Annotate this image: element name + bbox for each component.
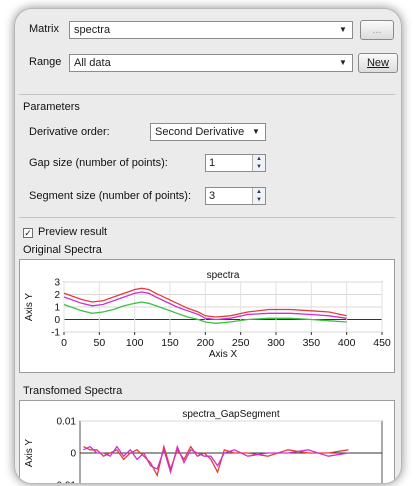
spinner-buttons[interactable]: ▲ ▼ (252, 155, 265, 171)
transformed-spectra-chart: spectra_GapSegment 0.01 0 -0.01 Axis Y (24, 409, 383, 485)
checkmark-icon: ✓ (24, 228, 32, 238)
spin-down-icon[interactable]: ▼ (253, 196, 265, 204)
range-select-value: All data (74, 57, 111, 69)
derivative-order-label: Derivative order: (29, 126, 110, 138)
y-tick-label: 0 (70, 449, 76, 460)
dialog-window: Matrix spectra ▼ ... Range All data ▼ Ne… (14, 8, 402, 484)
x-tick-label: 250 (232, 337, 250, 349)
x-tick-label: 50 (93, 337, 105, 349)
range-select[interactable]: All data ▼ (69, 54, 353, 72)
x-tick-label: 400 (338, 337, 356, 349)
chevron-down-icon: ▼ (339, 58, 347, 67)
transformed-spectra-panel: spectra_GapSegment 0.01 0 -0.01 Axis Y (19, 400, 395, 485)
segment-size-value: 3 (209, 190, 216, 202)
y-axis-label: Axis Y (24, 439, 35, 467)
y-tick-label: -0.01 (53, 481, 76, 485)
y-tick-label: 3 (54, 278, 60, 289)
spin-down-icon[interactable]: ▼ (253, 163, 265, 171)
spin-up-icon[interactable]: ▲ (253, 188, 265, 196)
x-tick-label: 300 (267, 337, 285, 349)
x-tick-label: 150 (161, 337, 179, 349)
segment-size-spinner[interactable]: 3 ▲ ▼ (205, 187, 266, 205)
range-new-button[interactable]: New (358, 53, 398, 73)
matrix-browse-button[interactable]: ... (360, 20, 394, 40)
x-tick-label: 200 (197, 337, 215, 349)
chevron-down-icon: ▼ (339, 25, 347, 34)
chevron-down-icon: ▼ (252, 127, 260, 136)
y-tick-label: -1 (51, 328, 60, 339)
gap-size-value: 1 (209, 157, 216, 169)
y-tick-label: 0.01 (57, 417, 77, 428)
derivative-order-value: Second Derivative (155, 126, 245, 138)
range-label: Range (29, 56, 62, 68)
divider (19, 94, 395, 95)
segment-size-label: Segment size (number of points): (29, 190, 192, 202)
x-tick-label: 450 (373, 337, 391, 349)
spin-up-icon[interactable]: ▲ (253, 155, 265, 163)
chart-title: spectra_GapSegment (182, 409, 280, 420)
matrix-select[interactable]: spectra ▼ (69, 21, 353, 39)
original-spectra-panel: spectra -1 0 1 2 3 0 50 100 150 200 250 300 350 400 450… (19, 259, 395, 373)
x-axis-label: Axis X (209, 349, 238, 360)
gap-size-label: Gap size (number of points): (29, 157, 168, 169)
y-tick-label: 1 (54, 303, 60, 314)
x-tick-label: 350 (303, 337, 321, 349)
x-tick-label: 100 (126, 337, 144, 349)
preview-label: Preview result (38, 226, 108, 238)
y-axis-label: Axis Y (24, 293, 35, 321)
divider (19, 217, 395, 218)
preview-checkbox[interactable]: ✓ (23, 228, 33, 238)
original-spectra-title: Original Spectra (23, 244, 102, 256)
parameters-title: Parameters (23, 101, 80, 113)
chart-title: spectra (207, 270, 240, 281)
y-tick-label: 0 (54, 315, 60, 326)
y-tick-label: 2 (54, 290, 60, 301)
matrix-select-value: spectra (74, 24, 111, 36)
original-spectra-chart: spectra-101230 50 100 150 200 250 300 350 400 450… (24, 270, 391, 360)
x-tick-label: 0 (61, 337, 67, 349)
spinner-buttons[interactable]: ▲ ▼ (252, 188, 265, 204)
derivative-order-select[interactable]: Second Derivative ▼ (150, 123, 266, 141)
gap-size-spinner[interactable]: 1 ▲ ▼ (205, 154, 266, 172)
transformed-spectra-title: Transfomed Spectra (23, 385, 123, 397)
matrix-label: Matrix (29, 23, 59, 35)
